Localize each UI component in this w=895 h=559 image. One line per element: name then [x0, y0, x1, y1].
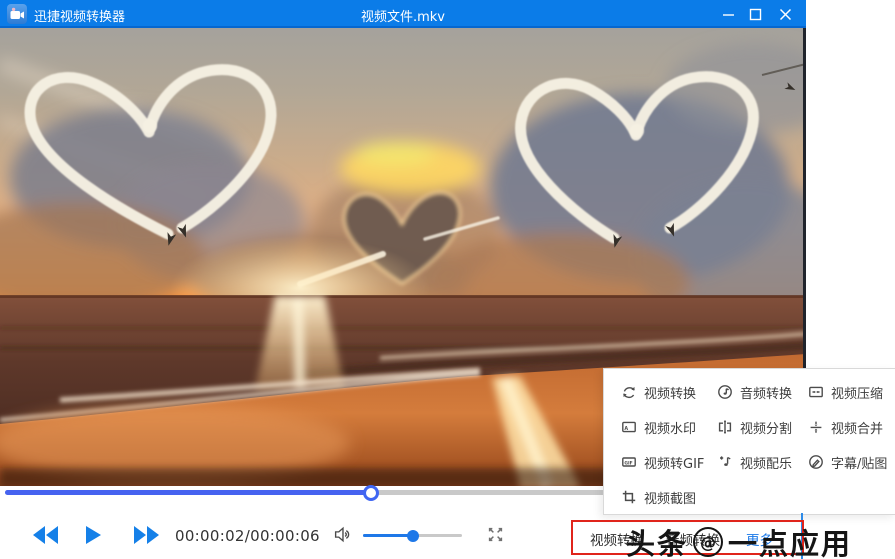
popup-item-label: 视频配乐 [740, 453, 792, 472]
convert-audio-icon [717, 384, 733, 400]
popup-item-label: 视频分割 [740, 418, 792, 437]
volume-knob[interactable] [407, 530, 419, 542]
watermark: 头条 @ 一点应用 [626, 521, 852, 559]
popup-item-label: 视频转换 [644, 383, 696, 402]
popup-item-video-compress[interactable]: 视频压缩 [808, 381, 883, 403]
svg-text:A: A [624, 426, 628, 432]
footer-audio-convert-button[interactable]: 音频转换 [666, 529, 720, 549]
play-button[interactable] [86, 526, 102, 548]
maximize-button[interactable] [744, 4, 766, 24]
screenshot-icon [621, 489, 637, 505]
popup-item-label: 字幕/贴图 [831, 453, 887, 472]
merge-video-icon [808, 419, 824, 435]
progress-handle[interactable] [363, 485, 379, 501]
popup-item-video-split[interactable]: 视频分割 [717, 416, 792, 438]
titlebar: 迅捷视频转换器 视频文件.mkv [0, 0, 806, 28]
compress-video-icon [808, 384, 824, 400]
app-name: 迅捷视频转换器 [34, 6, 125, 25]
fast-forward-button[interactable] [133, 526, 159, 548]
volume-slider[interactable] [363, 534, 462, 537]
popup-item-label: 视频截图 [644, 488, 696, 507]
rewind-button[interactable] [33, 526, 59, 548]
convert-video-icon [621, 384, 637, 400]
popup-item-video-screenshot[interactable]: 视频截图 [621, 486, 696, 508]
more-functions-popup: 视频转换 音频转换 视频压缩 A 视频水印 [603, 368, 895, 515]
popup-item-video-merge[interactable]: 视频合并 [808, 416, 883, 438]
popup-item-video-to-gif[interactable]: GIF 视频转GIF [621, 451, 704, 473]
footer-more-button[interactable]: 更多 [746, 529, 773, 549]
screen: 迅捷视频转换器 视频文件.mkv [0, 0, 895, 559]
add-music-icon [717, 454, 733, 470]
blue-separator-line [801, 513, 803, 559]
popup-item-label: 视频转GIF [644, 453, 704, 472]
popup-item-video-watermark[interactable]: A 视频水印 [621, 416, 696, 438]
app-logo-icon [7, 4, 27, 24]
minimize-button[interactable] [717, 4, 739, 24]
fullscreen-button[interactable] [486, 525, 505, 548]
watermark-icon: A [621, 419, 637, 435]
svg-text:GIF: GIF [624, 460, 632, 466]
split-video-icon [717, 419, 733, 435]
popup-item-label: 视频合并 [831, 418, 883, 437]
popup-item-video-music[interactable]: 视频配乐 [717, 451, 792, 473]
popup-item-audio-convert[interactable]: 音频转换 [717, 381, 792, 403]
time-display: 00:00:02/00:00:06 [175, 527, 320, 545]
subtitle-sticker-icon [808, 454, 824, 470]
popup-item-label: 视频水印 [644, 418, 696, 437]
popup-item-label: 音频转换 [740, 383, 792, 402]
gif-icon: GIF [621, 454, 637, 470]
close-button[interactable] [774, 4, 796, 24]
popup-item-label: 视频压缩 [831, 383, 883, 402]
volume-icon[interactable] [333, 524, 354, 549]
popup-item-subtitle-sticker[interactable]: 字幕/贴图 [808, 451, 887, 473]
footer-video-convert-button[interactable]: 视频转换 [590, 529, 644, 549]
progress-fill [5, 490, 371, 495]
volume-fill [363, 534, 413, 537]
popup-item-video-convert[interactable]: 视频转换 [621, 381, 696, 403]
